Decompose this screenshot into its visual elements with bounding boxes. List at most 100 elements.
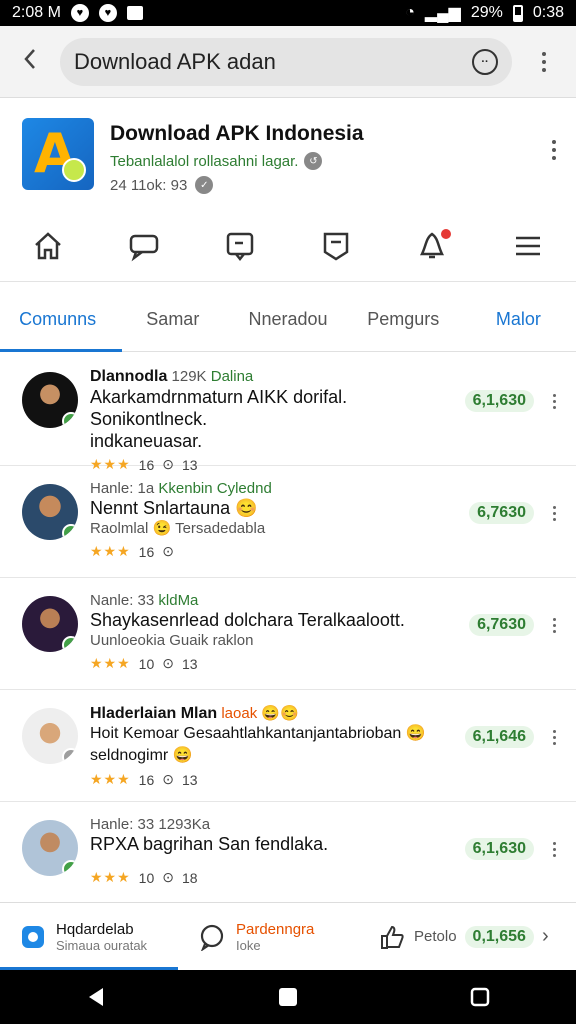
comment-icon: ⊙ — [162, 543, 174, 559]
notification-icon: ♥ — [70, 4, 89, 22]
search-query: Download APK adan — [74, 48, 276, 74]
score-badge: 6,7630 — [469, 502, 534, 524]
notification-badge — [439, 226, 453, 241]
tab-comunns[interactable]: Comunns — [0, 292, 123, 352]
post-sub: Raolmlal 😉 Tersadedabla — [90, 520, 266, 537]
avatar[interactable] — [22, 708, 78, 764]
list-item[interactable]: Hanle: 33 1293Ka RPXA bagrihan San fendl… — [0, 802, 576, 914]
list-item[interactable]: Nanle: 33 kldMa Shaykasenrlead dolchara … — [0, 578, 576, 690]
status-time: 2:08 M — [12, 4, 61, 21]
row-more-button[interactable] — [553, 618, 556, 633]
recents-nav-icon[interactable] — [470, 987, 490, 1007]
score-badge: 6,7630 — [469, 614, 534, 636]
app-subtitle: Tebanlalalol rollasahni lagar. ↺ — [110, 152, 323, 170]
bottom-item-1[interactable]: Hqdardelab Simaua ouratak — [0, 903, 178, 970]
row-more-button[interactable] — [553, 506, 556, 521]
back-nav-icon[interactable] — [86, 986, 106, 1008]
app-icon: ♥ — [98, 4, 117, 22]
post-sub: indkaneuasar. — [90, 431, 203, 451]
row-more-button[interactable] — [553, 842, 556, 857]
user-tag: Dalina — [210, 368, 254, 385]
bookmark-icon[interactable] — [319, 229, 353, 263]
post-text: Nennt Snlartauna 😊 — [90, 498, 258, 518]
menu-icon[interactable] — [511, 229, 545, 263]
verified-icon — [62, 636, 78, 652]
home-icon[interactable] — [31, 229, 65, 263]
score-badge: 6,1,646 — [464, 726, 534, 748]
app-more-button[interactable] — [552, 140, 556, 160]
comment-count: 13 — [181, 771, 198, 788]
score-badge: 0,1,656 — [464, 925, 534, 948]
post-text: Akarkamdrnmaturn AIKK dorifal. Sonikontl… — [90, 387, 348, 429]
smile-icon[interactable]: ·· — [472, 48, 498, 75]
mail-icon — [126, 6, 143, 20]
more-options-button[interactable] — [512, 51, 576, 72]
app-header: A Download APK Indonesia Tebanlalalol ro… — [0, 110, 576, 206]
comment-count: 13 — [181, 655, 198, 672]
score-badge: 6,1,630 — [464, 390, 534, 412]
home-nav-icon[interactable] — [278, 987, 298, 1007]
post-sub: seldnogimr 😄 — [90, 747, 193, 764]
chevron-right-icon[interactable]: › — [542, 925, 549, 948]
post-list: Dlannodla 129K Dalina Akarkamdrnmaturn A… — [0, 354, 576, 914]
comment-icon: ⊙ — [162, 655, 174, 671]
list-item[interactable]: Dlannodla 129K Dalina Akarkamdrnmaturn A… — [0, 354, 576, 473]
score-badge: 6,1,630 — [464, 838, 534, 860]
wifi-icon: ◔ — [405, 4, 415, 21]
notification-icon[interactable] — [415, 226, 453, 263]
tab-nneradou[interactable]: Nneradou — [230, 292, 345, 352]
bottom-action-bar: Hqdardelab Simaua ouratak Pardenngra Iok… — [0, 902, 576, 970]
rating-count: 16 — [138, 771, 155, 788]
app-meta: 24 11ok: 93 ✓ — [110, 176, 214, 194]
verified-icon — [62, 524, 78, 540]
row-more-button[interactable] — [553, 730, 556, 745]
avatar[interactable] — [22, 372, 78, 428]
comment-icon — [200, 924, 224, 951]
search-input[interactable]: Download APK adan ·· — [60, 37, 512, 86]
bottom-item-2[interactable]: Pardenngra Ioke — [178, 903, 358, 970]
status-bar: 2:08 M ♥ ♥ ◔ ▂▄▆ 29% 0:38 — [0, 0, 576, 26]
user-tag: laoak 😄😊 — [221, 705, 299, 722]
signal-icon: ▂▄▆ — [424, 5, 461, 22]
chat-bubble-icon — [22, 925, 44, 948]
post-text: Shaykasenrlead dolchara Teralkaaloott. — [90, 610, 405, 630]
avatar[interactable] — [22, 820, 78, 876]
tab-samar[interactable]: Samar — [115, 292, 230, 352]
star-rating-icon: ★★★ — [90, 543, 131, 559]
back-button[interactable] — [0, 45, 60, 79]
user-name: Dlannodla — [90, 368, 168, 385]
link-icon: ↺ — [304, 152, 323, 170]
info-icon: ✓ — [195, 176, 214, 194]
rating-count: 10 — [138, 655, 155, 672]
comment-icon: ⊙ — [162, 771, 174, 787]
status-clock: 0:38 — [532, 4, 564, 21]
row-more-button[interactable] — [553, 394, 556, 409]
star-rating-icon: ★★★ — [90, 655, 131, 671]
rating-count: 16 — [138, 543, 155, 560]
bottom-item-3[interactable]: Petolo 0,1,656 › — [358, 903, 576, 970]
post-sub: Uunloeokia Guaik raklon — [90, 632, 254, 649]
chat-icon[interactable] — [127, 229, 161, 263]
app-logo: A — [22, 118, 94, 190]
verified-icon — [62, 412, 78, 428]
verified-icon — [62, 748, 78, 764]
star-rating-icon: ★★★ — [90, 771, 131, 787]
search-header: Download APK adan ·· — [0, 26, 576, 98]
like-icon — [381, 925, 404, 949]
post-text: RPXA bagrihan San fendlaka. — [90, 834, 329, 854]
post-text: Hoit Kemoar Gesaahtlahkantanjantabrioban… — [90, 725, 426, 742]
list-item[interactable]: Hladerlaian Mlan laoak 😄😊 Hoit Kemoar Ge… — [0, 690, 576, 802]
user-meta: 129K — [171, 368, 207, 385]
list-item[interactable]: Hanle: 1a Kkenbin Cylednd Nennt Snlartau… — [0, 466, 576, 578]
avatar[interactable] — [22, 596, 78, 652]
message-icon[interactable] — [223, 229, 257, 263]
battery-percent: 29% — [470, 4, 503, 21]
verified-icon — [62, 860, 78, 876]
rating-count: 10 — [138, 869, 155, 886]
comment-count: 18 — [181, 869, 198, 886]
user-tag: kldMa — [158, 592, 199, 609]
tab-malor[interactable]: Malor — [461, 292, 576, 352]
battery-icon — [512, 4, 523, 22]
avatar[interactable] — [22, 484, 78, 540]
tab-pemgurs[interactable]: Pemgurs — [346, 292, 461, 352]
